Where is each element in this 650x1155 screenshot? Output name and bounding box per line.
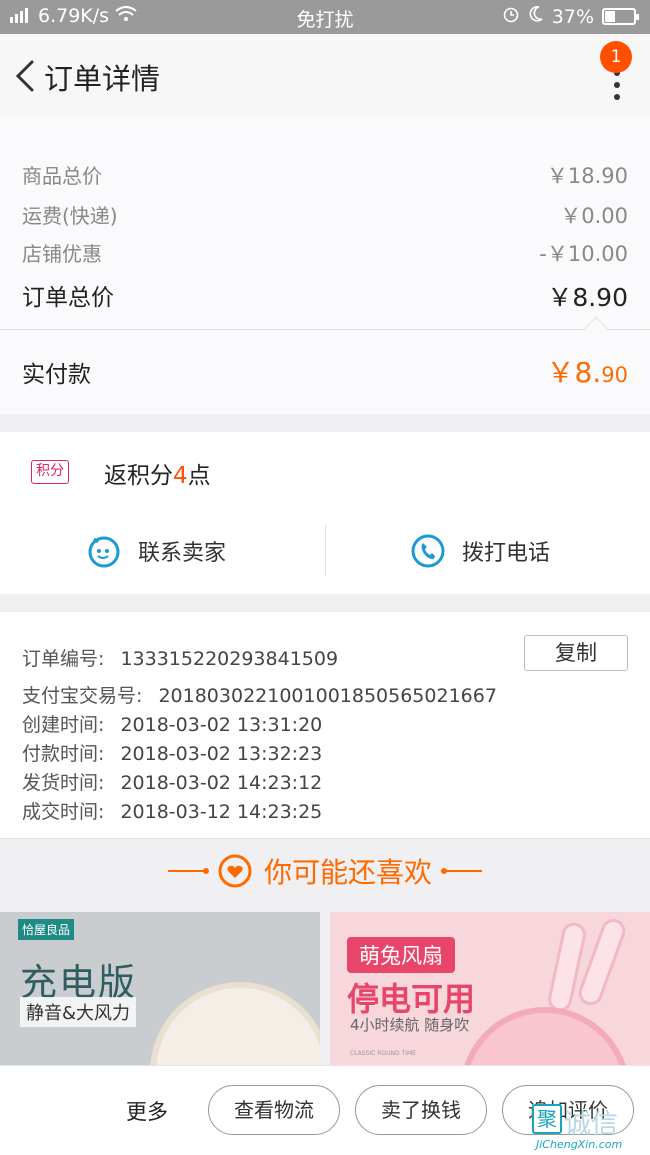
discount-row: 店铺优惠 -￥10.00 (22, 238, 628, 268)
discount-label: 店铺优惠 (22, 242, 102, 266)
created-value: 2018-03-02 13:31:20 (120, 714, 323, 736)
more-button[interactable]: 更多 (126, 1096, 168, 1126)
page-title: 订单详情 (44, 62, 161, 96)
phone-icon (411, 534, 445, 568)
goods-total-value: ￥18.90 (546, 164, 628, 188)
product-fineprint: CLASSIC ROUND TIME (350, 1050, 416, 1057)
paid-row: 实付款 ￥8.90 (22, 351, 628, 391)
order-total-row: 订单总价 ￥8.90 (22, 278, 628, 314)
recommend-title: 你可能还喜欢 (263, 856, 432, 889)
price-summary: 商品总价 ￥18.90 运费(快递) ￥0.00 店铺优惠 -￥10.00 订单… (0, 118, 650, 414)
completed-time-line: 成交时间: 2018-03-12 14:23:25 (22, 797, 322, 824)
created-time-line: 创建时间: 2018-03-02 13:31:20 (22, 710, 322, 737)
view-logistics-button[interactable]: 查看物流 (208, 1085, 340, 1135)
goods-total-row: 商品总价 ￥18.90 (22, 160, 628, 190)
fan-image (150, 982, 320, 1067)
call-phone-button[interactable]: 拨打电话 (410, 524, 550, 578)
alipay-value: 2018030221001001850565021667 (158, 685, 497, 707)
order-total-value: ￥8.90 (547, 283, 628, 312)
copy-button[interactable]: 复制 (524, 635, 628, 671)
paid-value-main: ￥8. (546, 356, 602, 389)
heart-icon (218, 854, 252, 888)
status-bar: 6.79K/s 免打扰 37% (0, 0, 650, 34)
alarm-icon (502, 5, 520, 28)
order-info: 订单编号: 133315220293841509 复制 支付宝交易号: 2018… (0, 612, 650, 838)
contact-actions: 联系卖家 拨打电话 (0, 524, 650, 578)
battery-percent: 37% (551, 5, 594, 28)
watermark-url: JiChengXin.com (536, 1138, 623, 1151)
product-subtitle: 4小时续航 随身吹 (350, 1016, 470, 1034)
points-suffix: 点 (187, 463, 211, 489)
shipped-value: 2018-03-02 14:23:12 (120, 772, 323, 794)
shipping-label: 运费(快递) (22, 204, 118, 228)
order-number-label: 订单编号: (22, 648, 105, 670)
battery-icon (602, 8, 639, 25)
order-total-label: 订单总价 (22, 285, 114, 311)
discount-value: -￥10.00 (539, 242, 628, 266)
product-tag: 萌兔风扇 (347, 937, 455, 973)
paid-value-cents: 90 (601, 363, 628, 387)
goods-total-label: 商品总价 (22, 164, 102, 188)
brand-tag: 恰屋良品 (18, 919, 75, 940)
paid-time-line: 付款时间: 2018-03-02 13:32:23 (22, 739, 322, 766)
shipped-time-line: 发货时间: 2018-03-02 14:23:12 (22, 768, 322, 795)
call-phone-label: 拨打电话 (462, 541, 551, 566)
contact-seller-label: 联系卖家 (138, 541, 227, 566)
resell-button[interactable]: 卖了换钱 (355, 1085, 487, 1135)
product-subtitle: 静音&大风力 (20, 997, 137, 1027)
divider (0, 329, 650, 330)
back-arrow-icon[interactable] (12, 58, 38, 94)
product-card[interactable]: 恰屋良品 充电版 静音&大风力 (0, 912, 320, 1067)
chat-bubble-icon (88, 536, 120, 568)
shipping-value: ￥0.00 (560, 204, 628, 228)
shipping-row: 运费(快递) ￥0.00 (22, 200, 628, 230)
paid-label: 实付款 (22, 362, 91, 388)
alipay-label: 支付宝交易号: (22, 685, 143, 707)
paid-time-label: 付款时间: (22, 743, 105, 765)
moon-icon (528, 5, 544, 28)
points-card: 积分 返积分4点 联系卖家 拨打电话 (0, 432, 650, 594)
product-card[interactable]: 萌兔风扇 停电可用 4小时续航 随身吹 CLASSIC ROUND TIME (330, 912, 650, 1067)
product-grid: 恰屋良品 充电版 静音&大风力 萌兔风扇 停电可用 4小时续航 随身吹 CLAS… (0, 912, 650, 1067)
watermark-mark: 聚 (532, 1104, 562, 1134)
points-text: 返积分4点 (104, 456, 211, 490)
divider-notch (584, 316, 608, 340)
notification-badge: 1 (600, 41, 632, 73)
watermark-logo: 聚 诚信 JiChengXin.com (532, 1100, 648, 1155)
nav-bar: 订单详情 1 (0, 34, 650, 118)
order-number-line: 订单编号: 133315220293841509 (22, 644, 338, 671)
points-amount: 4 (173, 463, 188, 489)
alipay-line: 支付宝交易号: 2018030221001001850565021667 (22, 681, 497, 708)
created-label: 创建时间: (22, 714, 105, 736)
completed-value: 2018-03-12 14:23:25 (120, 801, 323, 823)
decor-line-left (167, 868, 209, 874)
paid-value: ￥8.90 (547, 351, 628, 391)
recommend-header: 你可能还喜欢 (0, 838, 650, 900)
shipped-label: 发货时间: (22, 772, 105, 794)
points-prefix: 返积分 (104, 463, 173, 489)
fan-image (460, 1007, 630, 1067)
watermark-text: 诚信 (564, 1109, 618, 1140)
completed-label: 成交时间: (22, 801, 105, 823)
paid-time-value: 2018-03-02 13:32:23 (120, 743, 323, 765)
decor-line-right (441, 868, 482, 874)
points-tag: 积分 (31, 460, 69, 484)
contact-seller-button[interactable]: 联系卖家 (86, 524, 226, 578)
action-divider (325, 524, 326, 576)
more-menu-icon[interactable] (612, 70, 622, 102)
order-number-value: 133315220293841509 (120, 648, 339, 670)
